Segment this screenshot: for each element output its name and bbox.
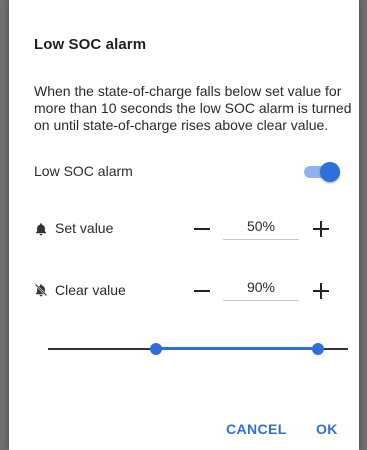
screen-backdrop-left xyxy=(0,0,9,450)
dialog-title: Low SOC alarm xyxy=(34,36,147,53)
set-value-field[interactable]: 50% xyxy=(223,217,299,240)
bell-off-icon xyxy=(34,283,48,297)
clear-value-label: Clear value xyxy=(55,282,126,298)
low-soc-alarm-switch[interactable] xyxy=(304,162,340,182)
set-value-increment-button[interactable] xyxy=(313,221,329,237)
switch-thumb xyxy=(320,162,340,182)
clear-value-decrement-button[interactable] xyxy=(194,290,210,292)
clear-value-increment-button[interactable] xyxy=(313,283,329,299)
set-value-label: Set value xyxy=(55,220,114,236)
set-value-decrement-button[interactable] xyxy=(194,228,210,230)
range-slider-low-thumb[interactable] xyxy=(150,343,162,355)
range-slider-high-thumb[interactable] xyxy=(312,343,324,355)
low-soc-alarm-toggle-label: Low SOC alarm xyxy=(34,163,133,179)
bell-icon xyxy=(35,223,47,236)
low-soc-alarm-dialog: Low SOC alarm When the state-of-charge f… xyxy=(9,0,359,450)
range-slider-selected-range xyxy=(156,347,318,350)
screen-backdrop-right xyxy=(359,0,367,450)
cancel-button[interactable]: CANCEL xyxy=(226,421,287,437)
clear-value-field[interactable]: 90% xyxy=(223,278,299,301)
dialog-description: When the state-of-charge falls below set… xyxy=(34,83,352,133)
ok-button[interactable]: OK xyxy=(316,421,338,437)
